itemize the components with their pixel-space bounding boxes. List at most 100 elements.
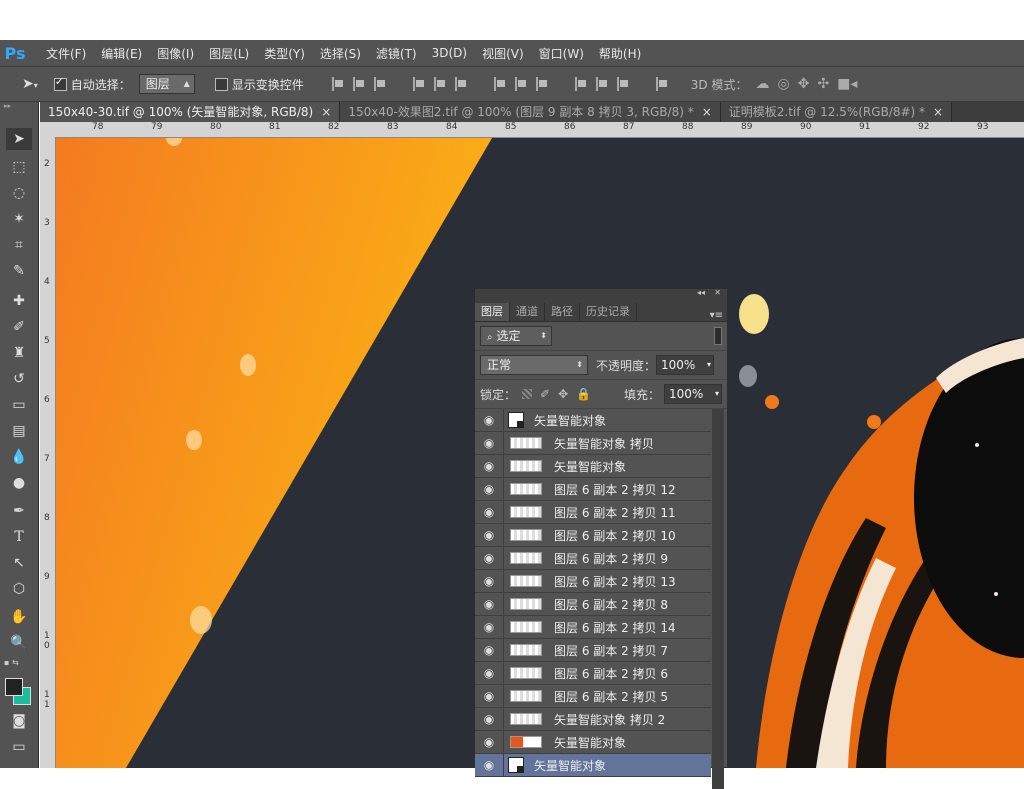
layer-row[interactable]: ◉ 矢量智能对象 拷贝 [475,432,711,455]
opacity-input[interactable]: 100% ▾ [656,355,715,375]
swap-colors-icon[interactable]: ▪ ⇆ [4,658,34,668]
ruler-horizontal[interactable]: 78 79 80 81 82 83 84 85 86 87 88 89 90 9… [40,122,1024,138]
3d-slide-icon[interactable]: ✣ [817,76,829,92]
visibility-eye-icon[interactable]: ◉ [475,731,504,753]
lock-position-icon[interactable]: ✥ [558,387,568,401]
visibility-eye-icon[interactable]: ◉ [475,547,504,569]
shape-tool-icon[interactable]: ⬡ [6,578,32,600]
ruler-vertical[interactable]: 2 3 4 5 6 7 8 9 1 0 1 1 [40,137,56,768]
pen-tool-icon[interactable]: ✒ [6,500,32,522]
foreground-color-swatch[interactable] [5,678,23,696]
distribute-bottom-icon[interactable] [535,77,549,91]
tab-document-1[interactable]: 150x40-30.tif @ 100% (矢量智能对象, RGB/8) × [40,102,341,122]
layer-row[interactable]: ◉ 矢量智能对象 [475,731,711,754]
filter-toggle[interactable] [714,327,722,345]
menu-layer[interactable]: 图层(L) [209,45,249,62]
auto-select-checkbox[interactable]: 自动选择： [53,75,131,93]
auto-align-icon[interactable] [655,77,669,91]
healing-brush-tool-icon[interactable]: ✚ [6,290,32,312]
layer-row[interactable]: ◉ 图层 6 副本 2 拷贝 8 [475,593,711,616]
auto-select-target-dropdown[interactable]: 图层 ▲ [138,74,195,94]
visibility-eye-icon[interactable]: ◉ [475,593,504,615]
fill-input[interactable]: 100% ▾ [664,384,722,404]
type-tool-icon[interactable]: T [6,526,32,548]
close-icon[interactable]: × [702,105,712,119]
quick-mask-icon[interactable]: ◙ [6,710,32,732]
clone-stamp-tool-icon[interactable]: ♜ [6,342,32,364]
layer-row[interactable]: ◉ 图层 6 副本 2 拷贝 5 [475,685,711,708]
menu-window[interactable]: 窗口(W) [539,45,584,62]
visibility-eye-icon[interactable]: ◉ [475,409,504,431]
move-tool-icon[interactable]: ➤▾ [22,76,38,92]
menu-view[interactable]: 视图(V) [482,45,524,62]
show-transform-check[interactable] [214,77,228,91]
3d-pan-icon[interactable]: ✥ [798,76,810,92]
blur-tool-icon[interactable]: 💧 [6,446,32,468]
visibility-eye-icon[interactable]: ◉ [475,478,504,500]
tab-channels[interactable]: 通道 [510,303,545,321]
tab-layers[interactable]: 图层 [475,303,510,321]
layer-row[interactable]: ◉ 矢量智能对象 [475,409,711,432]
layer-filter-dropdown[interactable]: ⌕ 选定 ⬍ [480,326,552,346]
align-left-icon[interactable] [412,77,426,91]
visibility-eye-icon[interactable]: ◉ [475,524,504,546]
distribute-left-icon[interactable] [574,77,588,91]
distribute-hcenter-icon[interactable] [595,77,609,91]
eraser-tool-icon[interactable]: ▭ [6,394,32,416]
visibility-eye-icon[interactable]: ◉ [475,432,504,454]
crop-tool-icon[interactable]: ⌗ [6,234,32,256]
tab-paths[interactable]: 路径 [545,303,580,321]
tab-document-2[interactable]: 150x40-效果图2.tif @ 100% (图层 9 副本 8 拷贝 3, … [340,102,721,122]
auto-select-check[interactable] [53,75,67,91]
menu-filter[interactable]: 滤镜(T) [376,45,417,62]
dropdown-arrow-icon[interactable]: ▾ [715,385,719,403]
3d-rotate-icon[interactable]: ☁ [755,76,769,92]
visibility-eye-icon[interactable]: ◉ [475,708,504,730]
dodge-tool-icon[interactable]: ● [6,472,32,494]
history-brush-tool-icon[interactable]: ↺ [6,368,32,390]
layer-row[interactable]: ◉ 图层 6 副本 2 拷贝 6 [475,662,711,685]
layer-row[interactable]: ◉ 图层 6 副本 2 拷贝 10 [475,524,711,547]
close-icon[interactable]: × [321,105,331,119]
layer-row[interactable]: ◉ 图层 6 副本 2 拷贝 11 [475,501,711,524]
magic-wand-tool-icon[interactable]: ✶ [6,208,32,230]
layer-row[interactable]: ◉ 图层 6 副本 2 拷贝 7 [475,639,711,662]
menu-3d[interactable]: 3D(D) [432,46,467,60]
menu-edit[interactable]: 编辑(E) [101,45,142,62]
eyedropper-tool-icon[interactable]: ✎ [6,260,32,282]
menu-help[interactable]: 帮助(H) [599,45,641,62]
collapse-panel-icon[interactable]: ◂◂ [697,288,705,297]
lock-transparent-icon[interactable] [522,389,533,399]
brush-tool-icon[interactable]: ✐ [6,316,32,338]
align-bottom-icon[interactable] [373,77,387,91]
align-right-icon[interactable] [454,77,468,91]
distribute-top-icon[interactable] [493,77,507,91]
visibility-eye-icon[interactable]: ◉ [475,754,504,776]
hand-tool-icon[interactable]: ✋ [6,606,32,628]
lock-all-icon[interactable]: 🔒 [576,387,591,401]
visibility-eye-icon[interactable]: ◉ [475,570,504,592]
tab-history[interactable]: 历史记录 [580,303,637,321]
distribute-vcenter-icon[interactable] [514,77,528,91]
show-transform-checkbox[interactable]: 显示变换控件 [214,76,304,93]
lasso-tool-icon[interactable]: ◌ [6,182,32,204]
distribute-right-icon[interactable] [616,77,630,91]
close-icon[interactable]: × [933,105,943,119]
path-selection-tool-icon[interactable]: ↖ [6,552,32,574]
align-top-icon[interactable] [331,77,345,91]
layer-row[interactable]: ◉ 图层 6 副本 2 拷贝 14 [475,616,711,639]
layer-row[interactable]: ◉ 图层 6 副本 2 拷贝 12 [475,478,711,501]
move-tool-icon[interactable]: ➤ [6,128,32,150]
3d-scale-icon[interactable]: ■◂ [837,76,857,92]
dropdown-arrow-icon[interactable]: ▾ [707,356,711,374]
visibility-eye-icon[interactable]: ◉ [475,662,504,684]
close-panel-icon[interactable]: ✕ [714,288,721,297]
visibility-eye-icon[interactable]: ◉ [475,455,504,477]
zoom-tool-icon[interactable]: 🔍 [6,632,32,654]
visibility-eye-icon[interactable]: ◉ [475,501,504,523]
menu-file[interactable]: 文件(F) [46,45,86,62]
tab-document-3[interactable]: 证明模板2.tif @ 12.5%(RGB/8#) * × [720,102,953,122]
layer-row[interactable]: ◉ 矢量智能对象 拷贝 2 [475,708,711,731]
layer-row[interactable]: ◉ 图层 6 副本 2 拷贝 9 [475,547,711,570]
visibility-eye-icon[interactable]: ◉ [475,639,504,661]
